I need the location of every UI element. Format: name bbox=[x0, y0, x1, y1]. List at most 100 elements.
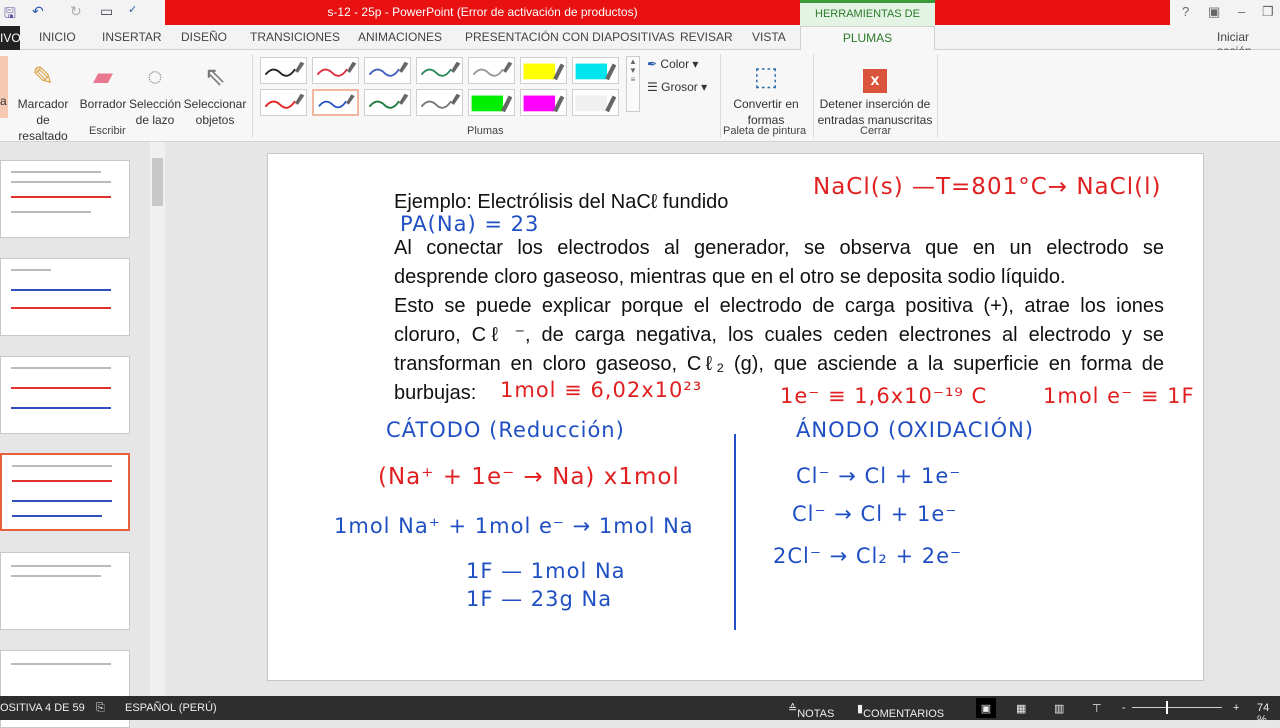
pen-swatch[interactable] bbox=[520, 57, 567, 84]
tab-insertar[interactable]: INSERTAR bbox=[102, 30, 162, 44]
ribbon: a ✎ Marcador de resaltado ▰ Borrador ◌ Sele… bbox=[0, 50, 1280, 144]
status-bar: OSITIVA 4 DE 59 ⎘ ESPAÑOL (PERÚ) ≙ NOTAS… bbox=[0, 696, 1280, 726]
slide-thumbnail[interactable] bbox=[0, 258, 130, 336]
slide-thumbnail[interactable] bbox=[0, 356, 130, 434]
reading-view-icon[interactable]: ▥ bbox=[1054, 702, 1064, 715]
pen-swatch[interactable] bbox=[416, 57, 463, 84]
pen-swatch[interactable] bbox=[312, 57, 359, 84]
slide-paragraph-line: Al conectar los electrodos al generador,… bbox=[394, 237, 1164, 259]
pen-swatch[interactable] bbox=[364, 57, 411, 84]
ink-reaction: NaCl(s) —T=801°C→ NaCl(l) bbox=[813, 174, 1162, 200]
zoom-slider[interactable] bbox=[1132, 707, 1222, 708]
tab-revisar[interactable]: REVISAR bbox=[680, 30, 733, 44]
normal-view-icon[interactable]: ▣ bbox=[976, 698, 996, 718]
help-button[interactable]: ? bbox=[1182, 4, 1189, 19]
pen-swatch[interactable] bbox=[520, 89, 567, 116]
tab-vista[interactable]: VISTA bbox=[752, 30, 786, 44]
ink-cathode-eq: (Na⁺ + 1e⁻ → Na) x1mol bbox=[378, 464, 680, 490]
notes-button[interactable]: ≙ NOTAS bbox=[788, 702, 834, 720]
pointer-icon: ⇖ bbox=[204, 61, 226, 91]
group-label-escribir: Escribir bbox=[89, 125, 126, 137]
stop-inking-button[interactable]: x Detener inserción de entradas manuscrit… bbox=[816, 58, 934, 128]
slide-counter: OSITIVA 4 DE 59 bbox=[0, 702, 85, 714]
tab-inicio[interactable]: INICIO bbox=[39, 30, 76, 44]
ink-faraday: 1mol e⁻ ≡ 1F bbox=[1043, 384, 1195, 408]
ribbon-options-icon[interactable]: ▣ bbox=[1208, 4, 1220, 20]
ribbon-tabs: IVO INICIO INSERTAR DISEÑO TRANSICIONES … bbox=[0, 26, 1280, 58]
pen-color-icon: ✒ bbox=[647, 57, 658, 71]
pen-swatch[interactable] bbox=[572, 89, 619, 116]
spelling-icon[interactable]: ✓ bbox=[128, 3, 137, 16]
tab-transiciones[interactable]: TRANSICIONES bbox=[250, 30, 340, 44]
slideshow-icon[interactable]: ⊤ bbox=[1092, 702, 1102, 715]
pen-swatch[interactable] bbox=[260, 57, 307, 84]
proofing-icon[interactable]: ⎘ bbox=[96, 702, 105, 715]
pen-swatch[interactable] bbox=[260, 89, 307, 116]
tab-diseno[interactable]: DISEÑO bbox=[181, 30, 227, 44]
slide-paragraph-line: desprende cloro gaseoso, mientras que en… bbox=[394, 266, 1066, 288]
eraser-button[interactable]: ▰ Borrador bbox=[78, 58, 128, 112]
tab-animaciones[interactable]: ANIMACIONES bbox=[358, 30, 442, 44]
group-label-plumas: Plumas bbox=[467, 125, 504, 137]
thickness-icon: ☰ bbox=[647, 80, 658, 94]
zoom-level[interactable]: 74 % bbox=[1257, 702, 1280, 726]
slide-paragraph-line: burbujas: bbox=[394, 382, 477, 404]
pen-swatch[interactable] bbox=[468, 89, 515, 116]
color-dropdown[interactable]: ✒ Color ▾ bbox=[647, 57, 698, 71]
undo-icon[interactable]: ↶ bbox=[32, 3, 44, 20]
group-label-cerrar: Cerrar bbox=[860, 125, 892, 137]
ink-catodo: CÁTODO (Reducción) bbox=[386, 418, 625, 442]
lasso-select-button[interactable]: ◌ Selección de lazo bbox=[128, 58, 182, 128]
select-objects-button[interactable]: ⇖ Seleccionar objetos bbox=[182, 58, 248, 128]
thickness-dropdown[interactable]: ☰ Grosor ▾ bbox=[647, 80, 707, 94]
zoom-out-button[interactable]: - bbox=[1122, 702, 1126, 714]
highlighter-icon: ✎ bbox=[32, 61, 54, 91]
title-bar: 🖫 ↶ ↻ ▭ ✓ s-12 - 25p - PowerPoint (Error… bbox=[0, 0, 1280, 42]
redo-icon[interactable]: ↻ bbox=[70, 3, 82, 20]
slide-paragraph-line: Esto se puede explicar porque el electro… bbox=[394, 295, 1164, 317]
comments-button[interactable]: ▮ COMENTARIOS bbox=[857, 702, 944, 720]
zoom-slider-thumb[interactable] bbox=[1166, 701, 1168, 714]
window-title: s-12 - 25p - PowerPoint (Error de activa… bbox=[327, 5, 638, 19]
pen-swatch[interactable] bbox=[364, 89, 411, 116]
lasso-icon: ◌ bbox=[147, 61, 163, 91]
ink-cathode-f1: 1F — 1mol Na bbox=[466, 559, 626, 583]
tab-presentacion[interactable]: PRESENTACIÓN CON DIAPOSITIVAS bbox=[465, 30, 675, 44]
gallery-scroll[interactable]: ▲ ▼ ≡ bbox=[626, 56, 640, 112]
slide-thumbnail[interactable] bbox=[0, 160, 130, 238]
pen-swatch[interactable] bbox=[468, 57, 515, 84]
group-label-paleta: Paleta de pintura bbox=[723, 125, 807, 137]
eraser-icon: ▰ bbox=[93, 61, 113, 91]
ink-pa: PA(Na) = 23 bbox=[400, 212, 540, 236]
convert-shapes-icon: ⬚ bbox=[753, 61, 779, 91]
close-x-icon: x bbox=[863, 69, 887, 93]
presentation-icon[interactable]: ▭ bbox=[100, 3, 113, 20]
ink-anodo: ÁNODO (OXIDACIÓN) bbox=[796, 418, 1035, 442]
zoom-in-button[interactable]: + bbox=[1233, 702, 1239, 714]
ink-charge: 1e⁻ ≡ 1,6x10⁻¹⁹ C bbox=[780, 384, 988, 408]
convert-to-shapes-button[interactable]: ⬚ Convertir en formas bbox=[728, 58, 804, 128]
ink-anode-eq2: Cl⁻ → Cl + 1e⁻ bbox=[792, 502, 958, 526]
slide-thumbnail[interactable] bbox=[0, 552, 130, 630]
ink-divider bbox=[734, 434, 736, 630]
pen-swatch[interactable] bbox=[572, 57, 619, 84]
highlighter-button[interactable]: ✎ Marcador de resaltado bbox=[12, 58, 74, 144]
pen-swatch[interactable] bbox=[312, 89, 359, 116]
slide-thumbnails bbox=[0, 142, 165, 728]
ink-cathode-f2: 1F — 23g Na bbox=[466, 587, 613, 611]
language-indicator[interactable]: ESPAÑOL (PERÚ) bbox=[125, 702, 217, 714]
minimize-icon[interactable]: – bbox=[1238, 4, 1245, 19]
pen-button[interactable]: a bbox=[0, 56, 8, 118]
tab-plumas[interactable]: PLUMAS bbox=[800, 26, 935, 51]
slide-canvas[interactable]: Ejemplo: Electrólisis del NaCℓ fundido A… bbox=[267, 153, 1204, 681]
ink-anode-eq1: Cl⁻ → Cl + 1e⁻ bbox=[796, 464, 962, 488]
slide-thumbnail-current[interactable] bbox=[0, 453, 130, 531]
thumbnail-scrollbar[interactable] bbox=[150, 142, 165, 696]
tab-archivo[interactable]: IVO bbox=[0, 26, 21, 50]
slide-sorter-icon[interactable]: ▦ bbox=[1016, 702, 1026, 715]
save-icon[interactable]: 🖫 bbox=[4, 3, 16, 27]
contextual-tab-label: HERRAMIENTAS DE LÁPIZ bbox=[800, 0, 935, 42]
restore-icon[interactable]: ❐ bbox=[1262, 4, 1274, 20]
pen-swatch[interactable] bbox=[416, 89, 463, 116]
ink-anode-eq3: 2Cl⁻ → Cl₂ + 2e⁻ bbox=[773, 544, 963, 568]
